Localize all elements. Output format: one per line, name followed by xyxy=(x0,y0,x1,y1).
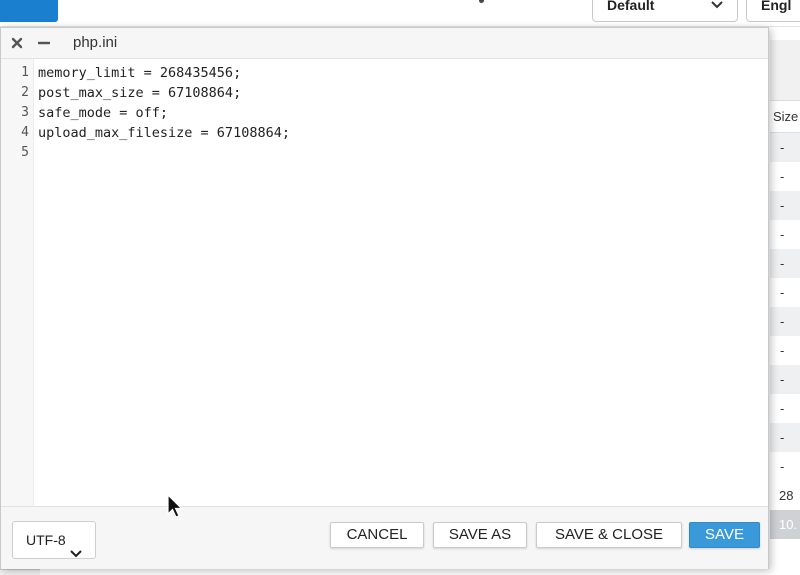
dialog-title: php.ini xyxy=(73,34,118,51)
table-row[interactable]: - xyxy=(770,336,800,365)
background-indicator xyxy=(479,0,484,3)
file-table: Size - - - - - - - - - - - - 28 10. xyxy=(770,102,800,539)
save-and-close-button[interactable]: SAVE & CLOSE xyxy=(536,522,682,548)
close-icon[interactable] xyxy=(8,33,26,53)
code-line[interactable] xyxy=(38,143,768,163)
line-number: 5 xyxy=(21,145,29,160)
file-editor-dialog: php.ini 1 2 3 4 5 memory_limit = 2684354… xyxy=(0,27,769,569)
line-number: 2 xyxy=(21,85,29,100)
code-line[interactable]: upload_max_filesize = 67108864; xyxy=(38,123,768,143)
minimize-icon[interactable] xyxy=(35,33,53,53)
code-line[interactable]: memory_limit = 268435456; xyxy=(38,63,768,83)
code-line[interactable]: safe_mode = off; xyxy=(38,103,768,123)
code-line[interactable]: post_max_size = 67108864; xyxy=(38,83,768,103)
dialog-footer: UTF-8 CANCEL SAVE AS SAVE & CLOSE SAVE xyxy=(1,506,768,569)
code-area[interactable]: memory_limit = 268435456; post_max_size … xyxy=(38,63,768,163)
theme-select-value: Default xyxy=(607,0,655,13)
table-row[interactable]: - xyxy=(770,423,800,452)
table-row[interactable]: - xyxy=(770,162,800,191)
line-number: 3 xyxy=(21,105,29,120)
table-row[interactable]: - xyxy=(770,191,800,220)
table-row[interactable]: - xyxy=(770,278,800,307)
size-column-header[interactable]: Size xyxy=(770,102,800,133)
mouse-cursor-icon xyxy=(167,494,183,518)
background-footer xyxy=(0,569,40,575)
table-row[interactable]: - xyxy=(770,365,800,394)
background-topbar: Default Engl xyxy=(0,0,800,27)
table-row[interactable]: - xyxy=(770,220,800,249)
theme-select[interactable]: Default xyxy=(592,0,738,22)
encoding-value: UTF-8 xyxy=(26,532,66,548)
save-button[interactable]: SAVE xyxy=(689,522,760,548)
background-primary-button[interactable] xyxy=(0,0,58,22)
background-toolbar xyxy=(770,40,800,101)
encoding-select[interactable]: UTF-8 xyxy=(12,521,96,559)
language-select-value: Engl xyxy=(761,0,792,13)
chevron-down-icon xyxy=(70,535,82,571)
save-as-button[interactable]: SAVE AS xyxy=(433,522,527,548)
table-row[interactable]: - xyxy=(770,307,800,336)
table-row[interactable]: - xyxy=(770,249,800,278)
table-row[interactable]: 28 xyxy=(770,481,800,510)
table-row[interactable]: - xyxy=(770,452,800,481)
code-editor[interactable]: 1 2 3 4 5 memory_limit = 268435456; post… xyxy=(1,59,768,506)
language-select[interactable]: Engl xyxy=(746,0,800,22)
cancel-button[interactable]: CANCEL xyxy=(330,522,424,548)
dialog-titlebar[interactable]: php.ini xyxy=(1,28,768,59)
chevron-down-icon xyxy=(711,0,723,15)
line-number: 1 xyxy=(21,65,29,80)
table-row[interactable]: 10. xyxy=(770,510,800,539)
line-number: 4 xyxy=(21,125,29,140)
screen: Default Engl Size - - - - - - - - - - - … xyxy=(0,0,800,575)
line-number-gutter: 1 2 3 4 5 xyxy=(1,59,34,506)
table-row[interactable]: - xyxy=(770,394,800,423)
table-row[interactable]: - xyxy=(770,133,800,162)
